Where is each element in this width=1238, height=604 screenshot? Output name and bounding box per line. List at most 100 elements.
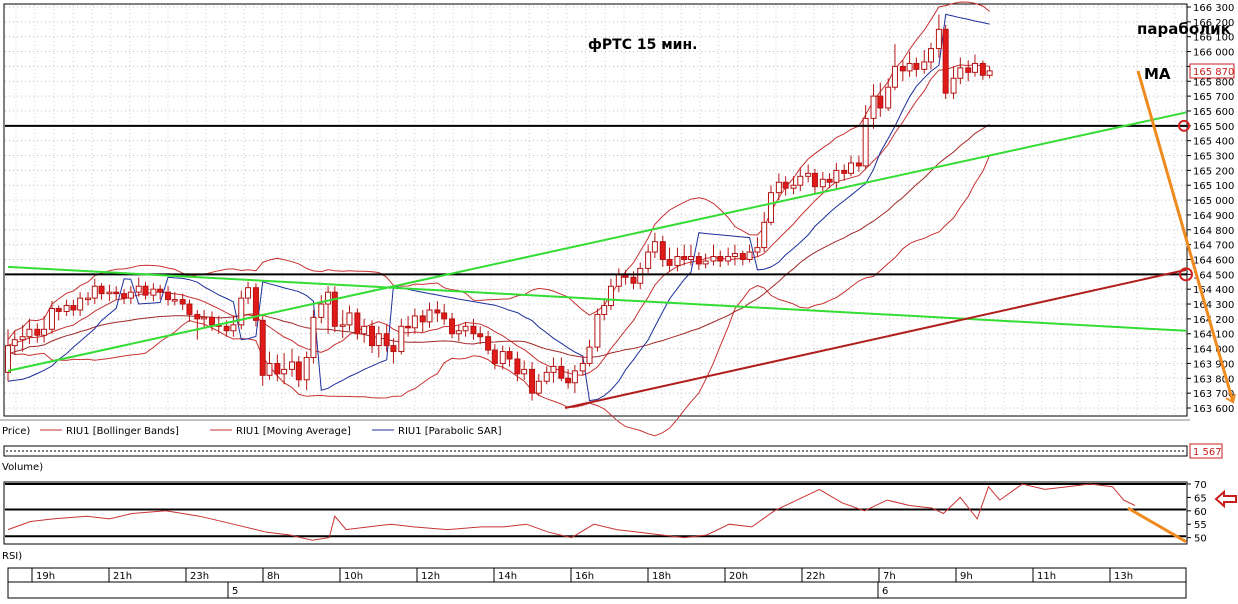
candle-body xyxy=(142,285,149,296)
candle-body xyxy=(811,172,818,188)
price-tick-label: 165 600 xyxy=(1193,107,1234,118)
candle-body xyxy=(331,291,338,327)
candle-body xyxy=(121,293,128,299)
candle-body xyxy=(63,305,70,312)
candle-body xyxy=(847,162,854,174)
candle-body xyxy=(506,351,513,360)
candle-body xyxy=(150,288,157,296)
candle-body xyxy=(855,162,862,167)
candle-body xyxy=(971,62,978,73)
candle-body xyxy=(194,313,201,320)
candle-body xyxy=(171,299,178,302)
time-tick-label: 20h xyxy=(729,571,748,582)
ma-annotation: MA xyxy=(1144,65,1171,83)
candle-body xyxy=(659,241,666,260)
price-tick-label: 164 900 xyxy=(1193,211,1234,222)
candle-body xyxy=(571,370,578,384)
date-tick-label: 5 xyxy=(232,586,238,597)
candle-body xyxy=(346,312,353,326)
time-tick-label: 19h xyxy=(36,571,55,582)
candle-body xyxy=(208,316,215,326)
candle-body xyxy=(281,368,288,375)
candle-body xyxy=(586,346,593,364)
candle-body xyxy=(681,256,688,260)
candle-body xyxy=(230,324,237,332)
candle-body xyxy=(295,361,302,381)
price-tick-label: 165 800 xyxy=(1193,77,1234,88)
candle-body xyxy=(775,181,782,194)
candle-body xyxy=(477,333,484,338)
trading-terminal: 166 300166 200166 100166 000165 900165 8… xyxy=(0,0,1238,600)
candle-body xyxy=(891,65,898,88)
candle-body xyxy=(957,67,964,79)
price-tick-label: 163 600 xyxy=(1193,404,1234,415)
price-tick-label: 165 700 xyxy=(1193,92,1234,103)
candle-body xyxy=(106,291,113,295)
time-tick-label: 11h xyxy=(1037,571,1056,582)
candle-body xyxy=(797,175,804,186)
candle-body xyxy=(645,251,652,269)
price-tick-label: 165 400 xyxy=(1193,137,1234,148)
candle-body xyxy=(201,316,208,320)
candle-body xyxy=(411,315,418,329)
candle-body xyxy=(805,172,812,177)
candle-body xyxy=(449,318,456,335)
time-tick-label: 10h xyxy=(344,571,363,582)
price-tick-label: 166 300 xyxy=(1193,3,1234,14)
candle-body xyxy=(601,305,608,315)
candle-body xyxy=(113,291,120,295)
time-tick-label: 16h xyxy=(575,571,594,582)
volume-label: Volume) xyxy=(2,462,43,473)
candle-body xyxy=(34,328,41,336)
time-tick-label: 21h xyxy=(113,571,132,582)
candle-body xyxy=(514,358,521,375)
candle-body xyxy=(303,357,310,381)
candle-body xyxy=(630,276,637,284)
price-panel[interactable] xyxy=(3,3,1188,417)
last-price-label: 165 870 xyxy=(1193,67,1234,78)
candle-body xyxy=(499,351,506,364)
candle-body xyxy=(310,316,317,359)
price-tick-label: 164 700 xyxy=(1193,241,1234,252)
candle-body xyxy=(746,251,753,260)
candle-body xyxy=(687,256,694,260)
time-tick-label: 23h xyxy=(190,571,209,582)
candle-body xyxy=(979,62,986,76)
time-tick-label: 8h xyxy=(267,571,280,582)
candle-body xyxy=(245,287,252,299)
candle-body xyxy=(928,48,935,63)
candle-body xyxy=(85,297,92,301)
candle-body xyxy=(550,365,557,373)
candle-body xyxy=(615,273,622,287)
price-tick-label: 165 300 xyxy=(1193,152,1234,163)
candle-body xyxy=(369,325,376,347)
candle-body xyxy=(441,312,448,320)
candle-body xyxy=(935,28,942,50)
candle-body xyxy=(77,297,84,311)
candle-body xyxy=(127,291,134,299)
rsi-tick-label: 50 xyxy=(1194,534,1207,545)
rsi-tick-label: 70 xyxy=(1194,480,1207,491)
candle-body xyxy=(695,256,702,265)
price-tick-label: 164 600 xyxy=(1193,255,1234,266)
candle-body xyxy=(383,333,390,347)
candle-body xyxy=(651,241,658,253)
candle-body xyxy=(666,258,673,266)
price-tick-label: 164 800 xyxy=(1193,226,1234,237)
time-tick-label: 14h xyxy=(498,571,517,582)
candle-body xyxy=(41,328,48,336)
price-tick-label: 165 200 xyxy=(1193,166,1234,177)
candle-body xyxy=(398,325,405,353)
candle-body xyxy=(529,368,536,394)
candle-body xyxy=(318,303,325,318)
volume-value: 1 567 xyxy=(1193,447,1222,458)
rsi-tick-label: 60 xyxy=(1194,507,1207,518)
candle-body xyxy=(434,309,441,314)
candle-body xyxy=(91,285,98,299)
candle-body xyxy=(950,77,957,94)
candle-body xyxy=(921,61,928,70)
candle-body xyxy=(841,169,848,174)
candle-body xyxy=(754,247,761,253)
price-tick-label: 164 000 xyxy=(1193,345,1234,356)
candle-body xyxy=(885,86,892,109)
